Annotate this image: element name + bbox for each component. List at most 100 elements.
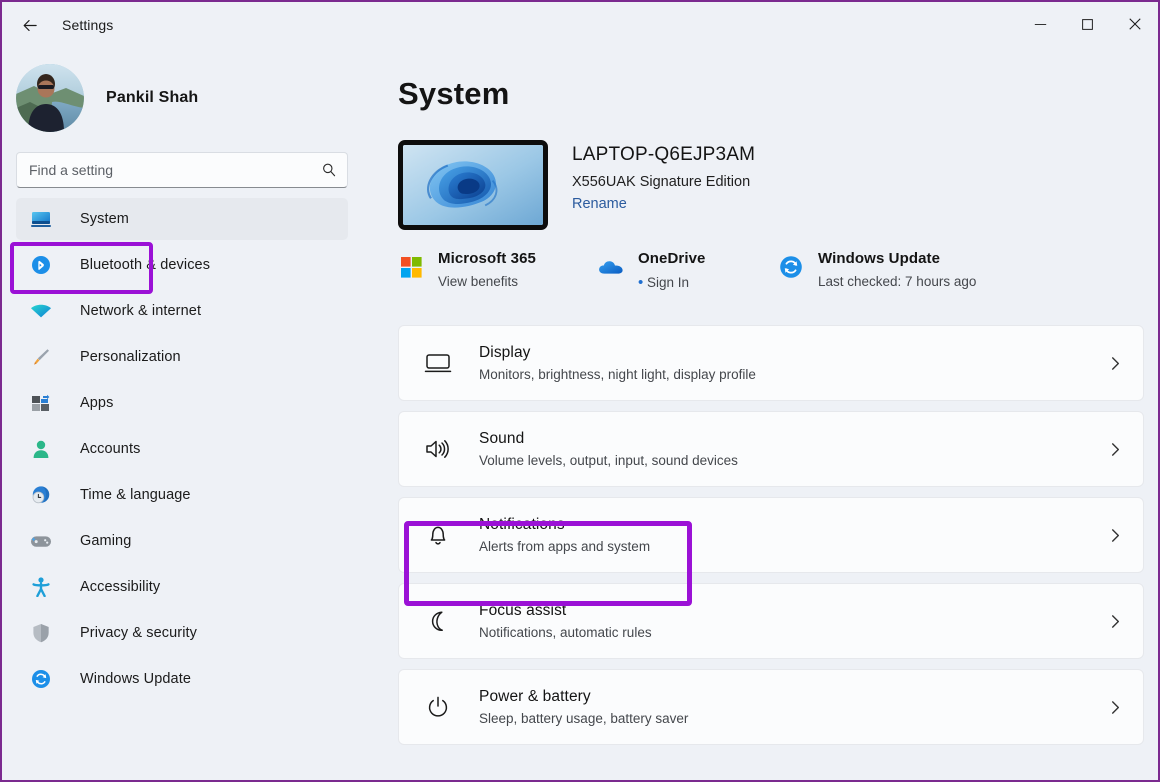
- quick-link-title: Windows Update: [818, 250, 941, 267]
- quick-link-windows-update[interactable]: Windows Update Last checked: 7 hours ago: [778, 250, 976, 289]
- profile-block[interactable]: Pankil Shah: [2, 48, 362, 134]
- sidebar-item-label: Privacy & security: [80, 625, 198, 641]
- device-model: X556UAK Signature Edition: [572, 174, 751, 190]
- sidebar-item-time-language[interactable]: Time & language: [16, 474, 348, 516]
- sidebar-item-bluetooth-devices[interactable]: Bluetooth & devices: [16, 244, 348, 286]
- windows-bloom-wallpaper-image: [403, 145, 543, 225]
- quick-link-subtitle-text: Sign In: [647, 275, 690, 290]
- settings-card-list: Display Monitors, brightness, night ligh…: [362, 325, 1158, 745]
- card-title: Display: [479, 344, 531, 361]
- quick-link-title: Microsoft 365: [438, 250, 536, 267]
- device-name: LAPTOP-Q6EJP3AM: [572, 144, 756, 165]
- quick-link-subtitle[interactable]: • Sign In: [638, 274, 706, 291]
- settings-card-power-battery[interactable]: Power & battery Sleep, battery usage, ba…: [398, 669, 1144, 745]
- sidebar-item-apps[interactable]: Apps: [16, 382, 348, 424]
- minimize-icon: [1034, 23, 1047, 25]
- avatar: [16, 64, 84, 132]
- shield-icon: [28, 622, 54, 644]
- settings-window: Settings Pankil Shah Find a setting Syst…: [0, 0, 1160, 782]
- maximize-button[interactable]: [1064, 2, 1111, 46]
- bluetooth-icon: [28, 254, 54, 276]
- page-title: System: [398, 76, 510, 111]
- power-icon: [421, 690, 455, 724]
- chevron-right-icon: [1095, 528, 1135, 543]
- back-arrow-icon: [23, 19, 37, 31]
- app-title: Settings: [62, 17, 114, 33]
- quick-link-onedrive[interactable]: OneDrive • Sign In: [598, 250, 778, 291]
- chevron-right-icon: [1095, 442, 1135, 457]
- windows-update-icon: [778, 254, 804, 280]
- sidebar-item-gaming[interactable]: Gaming: [16, 520, 348, 562]
- quick-link-title: OneDrive: [638, 250, 706, 267]
- sidebar-item-label: Accessibility: [80, 579, 161, 595]
- close-icon: [1128, 18, 1141, 30]
- card-subtitle: Sleep, battery usage, battery saver: [479, 711, 689, 726]
- search-icon[interactable]: [311, 153, 347, 187]
- card-subtitle: Monitors, brightness, night light, displ…: [479, 367, 756, 382]
- sidebar-item-label: Gaming: [80, 533, 132, 549]
- window-controls: [1017, 2, 1158, 46]
- minimize-button[interactable]: [1017, 2, 1064, 46]
- accessibility-icon: [28, 576, 54, 598]
- clock-globe-icon: [28, 484, 54, 506]
- status-dot-icon: •: [638, 274, 644, 291]
- gamepad-icon: [28, 530, 54, 552]
- quick-link-subtitle[interactable]: View benefits: [438, 274, 536, 289]
- profile-name: Pankil Shah: [106, 89, 199, 106]
- card-title: Power & battery: [479, 688, 591, 705]
- sidebar-item-accounts[interactable]: Accounts: [16, 428, 348, 470]
- sidebar-item-network-internet[interactable]: Network & internet: [16, 290, 348, 332]
- card-subtitle: Notifications, automatic rules: [479, 625, 652, 640]
- card-title: Notifications: [479, 516, 565, 533]
- rename-link[interactable]: Rename: [572, 196, 755, 212]
- user-avatar-image: [16, 64, 84, 132]
- sidebar-item-label: System: [80, 211, 129, 227]
- sidebar-item-label: Windows Update: [80, 671, 192, 687]
- main-content: System LAPTOP-Q6EJP3AM X556UAK Signature…: [362, 48, 1158, 780]
- bell-icon: [421, 518, 455, 552]
- back-button[interactable]: [8, 9, 52, 41]
- quick-link-microsoft-365[interactable]: Microsoft 365 View benefits: [398, 250, 598, 289]
- onedrive-cloud-icon: [598, 254, 624, 280]
- device-info: LAPTOP-Q6EJP3AM X556UAK Signature Editio…: [572, 140, 755, 212]
- monitor-icon: [28, 208, 54, 230]
- search-input[interactable]: [17, 162, 311, 178]
- title-bar: Settings: [2, 2, 1158, 48]
- sidebar-item-accessibility[interactable]: Accessibility: [16, 566, 348, 608]
- chevron-right-icon: [1095, 356, 1135, 371]
- search-box[interactable]: [16, 152, 348, 188]
- magnifier-icon: [323, 163, 336, 177]
- card-title: Focus assist: [479, 602, 567, 619]
- sidebar-nav: System Bluetooth & devices Network & int…: [2, 198, 362, 700]
- device-thumbnail: [398, 140, 548, 230]
- sidebar-item-label: Network & internet: [80, 303, 202, 319]
- card-title: Sound: [479, 430, 525, 447]
- settings-card-focus-assist[interactable]: Focus assist Notifications, automatic ru…: [398, 583, 1144, 659]
- chevron-right-icon: [1095, 614, 1135, 629]
- sidebar-item-label: Personalization: [80, 349, 181, 365]
- settings-card-display[interactable]: Display Monitors, brightness, night ligh…: [398, 325, 1144, 401]
- sidebar: Pankil Shah Find a setting System Blueto…: [2, 48, 362, 780]
- maximize-icon: [1082, 18, 1093, 30]
- microsoft-logo-icon: [398, 254, 424, 280]
- sidebar-item-personalization[interactable]: Personalization: [16, 336, 348, 378]
- wifi-icon: [28, 300, 54, 322]
- chevron-right-icon: [1095, 700, 1135, 715]
- windows-update-icon: [28, 668, 54, 690]
- device-summary: LAPTOP-Q6EJP3AM X556UAK Signature Editio…: [398, 140, 1158, 230]
- sidebar-item-label: Accounts: [80, 441, 141, 457]
- sidebar-item-system[interactable]: System: [16, 198, 348, 240]
- speaker-icon: [421, 432, 455, 466]
- apps-grid-icon: [28, 392, 54, 414]
- moon-icon: [421, 604, 455, 638]
- person-icon: [28, 438, 54, 460]
- close-button[interactable]: [1111, 2, 1158, 46]
- sidebar-item-label: Bluetooth & devices: [80, 257, 211, 273]
- sidebar-item-windows-update[interactable]: Windows Update: [16, 658, 348, 700]
- paintbrush-icon: [28, 346, 54, 368]
- card-subtitle: Alerts from apps and system: [479, 539, 651, 554]
- settings-card-sound[interactable]: Sound Volume levels, output, input, soun…: [398, 411, 1144, 487]
- settings-card-notifications[interactable]: Notifications Alerts from apps and syste…: [398, 497, 1144, 573]
- sidebar-item-label: Apps: [80, 395, 114, 411]
- sidebar-item-privacy-security[interactable]: Privacy & security: [16, 612, 348, 654]
